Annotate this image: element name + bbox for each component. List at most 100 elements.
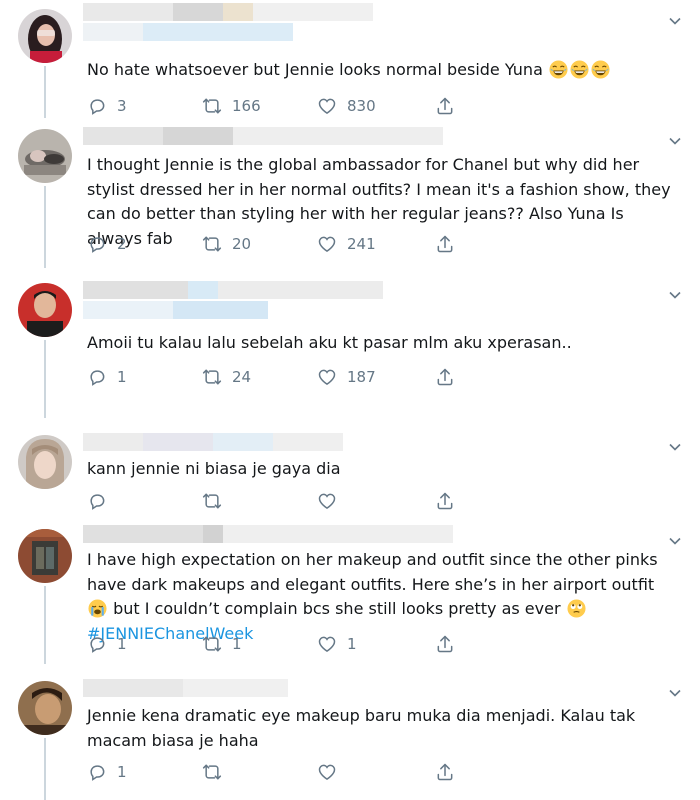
share-icon — [435, 762, 455, 782]
thread-line — [44, 66, 46, 118]
share-button[interactable] — [435, 95, 455, 117]
tweet-actions: 1 — [87, 761, 487, 783]
tweet-card[interactable]: Amoii tu kalau lalu sebelah aku kt pasar… — [0, 274, 700, 418]
share-button[interactable] — [435, 761, 455, 783]
heart-icon — [317, 234, 337, 254]
heart-icon — [317, 491, 337, 511]
like-button[interactable] — [317, 490, 347, 512]
avatar[interactable] — [18, 529, 72, 583]
thread-line — [44, 586, 46, 664]
share-button[interactable] — [435, 633, 455, 655]
reply-count: 2 — [117, 235, 127, 253]
heart-icon — [317, 96, 337, 116]
reply-button[interactable]: 3 — [87, 95, 127, 117]
thread-line — [44, 340, 46, 418]
reply-icon — [87, 762, 107, 782]
reply-feed: No hate whatsoever but Jennie looks norm… — [0, 0, 700, 800]
reply-count: 1 — [117, 763, 127, 781]
chevron-down-icon[interactable] — [668, 288, 682, 302]
reply-button[interactable]: 2 — [87, 233, 127, 255]
like-button[interactable]: 187 — [317, 366, 376, 388]
retweet-icon — [202, 234, 222, 254]
retweet-count: 1 — [232, 635, 242, 653]
tweet-actions: 3 166 830 — [87, 95, 487, 117]
share-icon — [435, 634, 455, 654]
blurred-username — [83, 3, 523, 41]
reply-icon — [87, 234, 107, 254]
like-button[interactable]: 1 — [317, 633, 357, 655]
retweet-count: 20 — [232, 235, 252, 253]
tweet-card[interactable]: I have high expectation on her makeup an… — [0, 520, 700, 664]
reply-icon — [87, 634, 107, 654]
share-button[interactable] — [435, 233, 455, 255]
crying-laughing-emoji — [543, 60, 611, 79]
chevron-down-icon[interactable] — [668, 134, 682, 148]
reply-icon — [87, 96, 107, 116]
avatar[interactable] — [18, 435, 72, 489]
avatar[interactable] — [18, 283, 72, 337]
like-count: 241 — [347, 235, 376, 253]
avatar[interactable] — [18, 129, 72, 183]
blurred-username — [83, 277, 523, 319]
reply-button[interactable]: 1 — [87, 761, 127, 783]
thread-line — [44, 738, 46, 800]
heart-icon — [317, 762, 337, 782]
heart-icon — [317, 634, 337, 654]
retweet-button[interactable]: 166 — [202, 95, 261, 117]
retweet-button[interactable]: 20 — [202, 233, 251, 255]
reply-button[interactable] — [87, 490, 117, 512]
like-button[interactable]: 241 — [317, 233, 376, 255]
retweet-icon — [202, 762, 222, 782]
like-button[interactable]: 830 — [317, 95, 376, 117]
chevron-down-icon[interactable] — [668, 440, 682, 454]
chevron-down-icon[interactable] — [668, 14, 682, 28]
tweet-text: I have high expectation on her makeup an… — [87, 550, 663, 643]
tweet-actions: 1 1 1 — [87, 633, 487, 655]
retweet-icon — [202, 491, 222, 511]
avatar[interactable] — [18, 9, 72, 63]
share-button[interactable] — [435, 490, 455, 512]
share-icon — [435, 96, 455, 116]
heart-icon — [317, 367, 337, 387]
tweet-card[interactable]: No hate whatsoever but Jennie looks norm… — [0, 0, 700, 118]
chevron-down-icon[interactable] — [668, 686, 682, 700]
avatar[interactable] — [18, 681, 72, 735]
like-count: 1 — [347, 635, 357, 653]
retweet-count: 166 — [232, 97, 261, 115]
retweet-icon — [202, 634, 222, 654]
reply-button[interactable]: 1 — [87, 366, 127, 388]
reply-icon — [87, 491, 107, 511]
share-icon — [435, 234, 455, 254]
like-count: 187 — [347, 368, 376, 386]
share-icon — [435, 367, 455, 387]
retweet-icon — [202, 367, 222, 387]
chevron-down-icon[interactable] — [668, 534, 682, 548]
reply-button[interactable]: 1 — [87, 633, 127, 655]
like-button[interactable] — [317, 761, 347, 783]
crying-emoji — [88, 599, 107, 618]
reply-count: 3 — [117, 97, 127, 115]
retweet-button[interactable]: 1 — [202, 633, 242, 655]
tweet-text: Jennie kena dramatic eye makeup baru muk… — [87, 706, 641, 750]
retweet-icon — [202, 96, 222, 116]
tweet-text: No hate whatsoever but Jennie looks norm… — [87, 58, 680, 83]
tweet-card[interactable]: kann jennie ni biasa je gaya dia — [0, 426, 700, 514]
share-icon — [435, 491, 455, 511]
reply-count: 1 — [117, 635, 127, 653]
tweet-actions: 2 20 241 — [87, 233, 487, 255]
reply-count: 1 — [117, 368, 127, 386]
retweet-button[interactable]: 24 — [202, 366, 251, 388]
retweet-button[interactable] — [202, 761, 232, 783]
tweet-card[interactable]: I thought Jennie is the global ambassado… — [0, 120, 700, 268]
retweet-count: 24 — [232, 368, 252, 386]
tweet-text: Amoii tu kalau lalu sebelah aku kt pasar… — [87, 333, 572, 352]
tweet-card[interactable]: Jennie kena dramatic eye makeup baru muk… — [0, 672, 700, 800]
tweet-text: kann jennie ni biasa je gaya dia — [87, 459, 341, 478]
share-button[interactable] — [435, 366, 455, 388]
rolling-eyes-emoji — [567, 599, 586, 618]
reply-icon — [87, 367, 107, 387]
tweet-actions — [87, 490, 487, 512]
thread-line — [44, 186, 46, 268]
tweet-actions: 1 24 187 — [87, 366, 487, 388]
retweet-button[interactable] — [202, 490, 232, 512]
